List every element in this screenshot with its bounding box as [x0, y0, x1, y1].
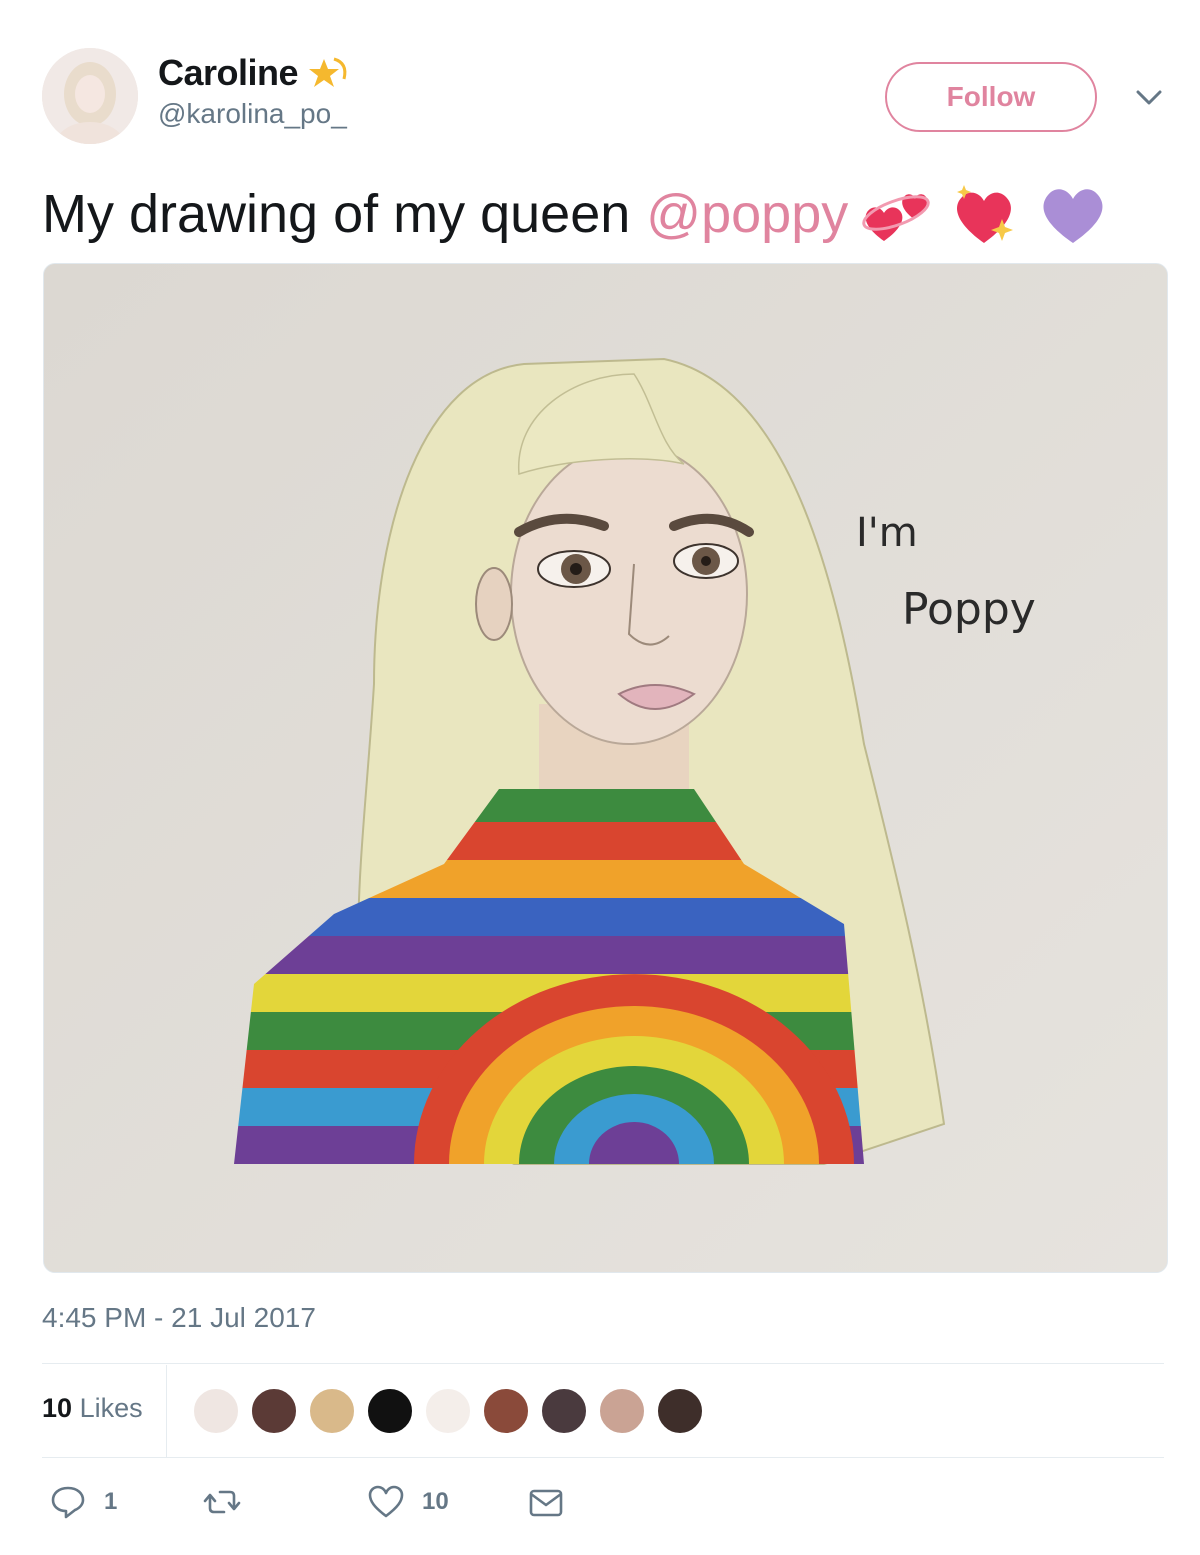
likes-number: 10: [42, 1393, 73, 1423]
liker-avatar[interactable]: [540, 1387, 588, 1435]
liker-avatar[interactable]: [598, 1387, 646, 1435]
tweet-media-image[interactable]: I'm Poppy: [43, 263, 1168, 1273]
reply-icon: [51, 1486, 85, 1519]
retweet-icon: [203, 1490, 241, 1514]
liker-avatar[interactable]: [482, 1387, 530, 1435]
tweet-stats: 10 Likes: [42, 1365, 1164, 1457]
drawing-illustration: I'm Poppy: [44, 264, 1167, 1272]
divider: [42, 1363, 1164, 1364]
revolving-hearts-icon: [862, 194, 930, 241]
liker-avatar[interactable]: [192, 1387, 240, 1435]
liker-avatar[interactable]: [656, 1387, 704, 1435]
divider: [42, 1457, 1164, 1458]
reply-count: 1: [104, 1488, 118, 1515]
purple-heart-icon: [1043, 189, 1103, 243]
display-name[interactable]: Caroline: [158, 52, 299, 94]
chevron-down-icon[interactable]: [1132, 84, 1166, 110]
like-button[interactable]: 10: [366, 1482, 449, 1522]
likes-label: Likes: [79, 1393, 143, 1423]
reply-button[interactable]: 1: [48, 1482, 117, 1522]
star-icon: [309, 57, 347, 87]
liker-avatar[interactable]: [308, 1387, 356, 1435]
heart-icon: [368, 1485, 404, 1518]
liker-avatar[interactable]: [424, 1387, 472, 1435]
mail-icon: [529, 1489, 563, 1517]
likes-count[interactable]: 10 Likes: [42, 1393, 143, 1424]
direct-message-button[interactable]: [526, 1482, 566, 1522]
tweet-header: Caroline @karolina_po_ Follow: [42, 48, 1172, 148]
drawing-text-im: I'm: [856, 510, 918, 556]
like-count: 10: [422, 1488, 449, 1515]
follow-button[interactable]: Follow: [885, 62, 1097, 132]
sparkling-heart-icon: [957, 185, 1014, 243]
avatar[interactable]: [42, 48, 138, 144]
stats-separator: [166, 1365, 167, 1457]
name-row: Caroline: [158, 52, 350, 94]
liker-avatar[interactable]: [366, 1387, 414, 1435]
drawing-text-poppy: Poppy: [902, 584, 1036, 635]
tweet-timestamp[interactable]: 4:45 PM - 21 Jul 2017: [42, 1302, 316, 1334]
tweet-body: My drawing of my queen: [42, 184, 631, 244]
liker-avatar[interactable]: [250, 1387, 298, 1435]
user-handle[interactable]: @karolina_po_: [158, 98, 347, 130]
likers-avatars: [192, 1387, 714, 1435]
retweet-button[interactable]: [202, 1482, 242, 1522]
mention-link[interactable]: @poppy: [646, 178, 848, 250]
tweet-actions: 1 10: [42, 1482, 642, 1526]
tweet-text: My drawing of my queen @poppy: [42, 178, 1112, 250]
